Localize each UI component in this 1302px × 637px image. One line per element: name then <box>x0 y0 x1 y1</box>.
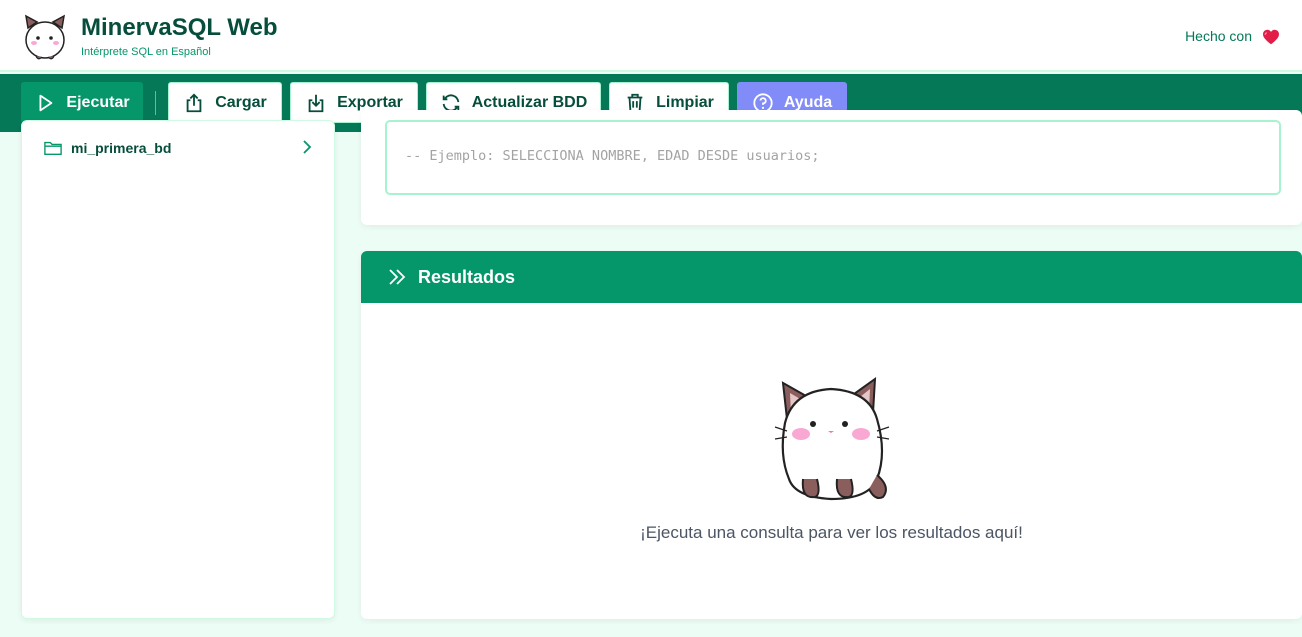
app-title: MinervaSQL Web <box>81 14 278 41</box>
load-button[interactable]: Cargar <box>168 82 282 123</box>
download-icon <box>308 94 324 112</box>
upload-icon <box>186 92 202 112</box>
heart-icon <box>1263 29 1279 45</box>
app-subtitle: Intérprete SQL en Español <box>81 46 211 58</box>
folder-icon <box>44 141 62 155</box>
cat-logo-icon <box>25 14 65 60</box>
database-item-label: mi_primera_bd <box>71 140 172 156</box>
clear-button-label: Limpiar <box>656 93 714 111</box>
chevron-right-icon[interactable] <box>300 140 314 154</box>
help-button-label: Ayuda <box>783 93 833 111</box>
sql-editor-placeholder: -- Ejemplo: SELECCIONA NOMBRE, EDAD DESD… <box>405 148 820 164</box>
results-empty-message: ¡Ejecuta una consulta para ver los resul… <box>640 523 1023 542</box>
database-item[interactable]: mi_primera_bd <box>44 138 314 158</box>
load-button-label: Cargar <box>215 93 267 111</box>
refresh-db-button-label: Actualizar BDD <box>471 93 588 111</box>
results-panel: Resultados ¡Ejecuta una consulta para ve… <box>361 251 1302 619</box>
play-icon <box>39 94 53 111</box>
editor-card: -- Ejemplo: SELECCIONA NOMBRE, EDAD DESD… <box>361 110 1302 225</box>
run-button-label: Ejecutar <box>66 93 130 111</box>
made-with-text: Hecho con <box>1185 28 1252 44</box>
export-button-label: Exportar <box>337 93 403 111</box>
cat-illustration-icon <box>774 376 890 501</box>
toolbar-divider <box>155 91 156 115</box>
app-header: MinervaSQL Web Intérprete SQL en Español… <box>0 0 1302 72</box>
database-sidebar: mi_primera_bd <box>21 120 335 619</box>
results-header: Resultados <box>361 251 1302 303</box>
run-button[interactable]: Ejecutar <box>21 82 143 123</box>
double-chevron-right-icon <box>389 269 406 285</box>
results-title: Resultados <box>418 267 516 287</box>
sql-editor[interactable]: -- Ejemplo: SELECCIONA NOMBRE, EDAD DESD… <box>385 120 1281 195</box>
